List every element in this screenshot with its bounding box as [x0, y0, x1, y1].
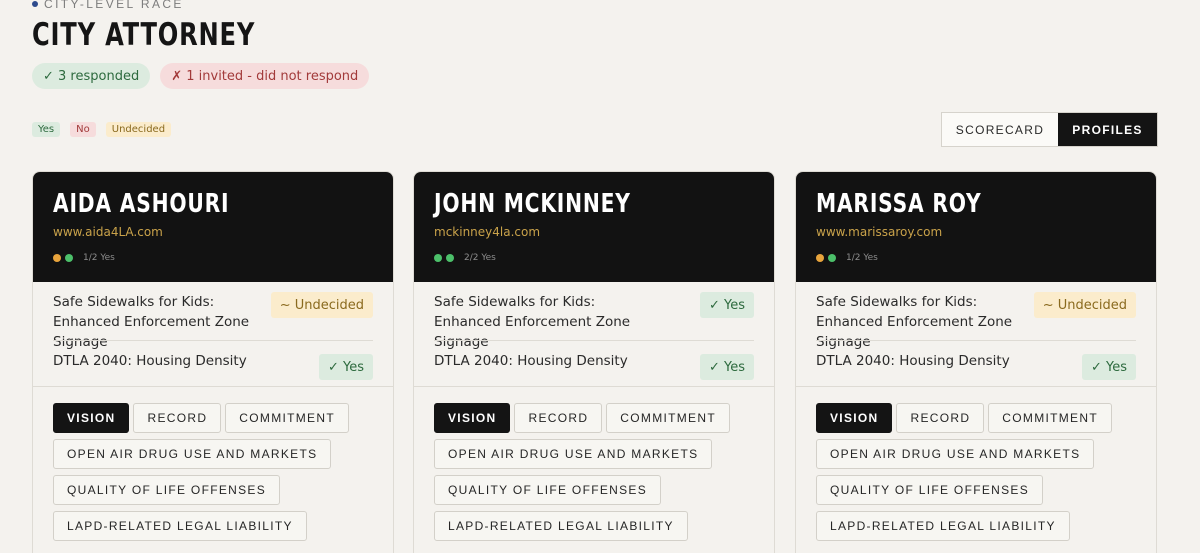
candidate-website-link[interactable]: www.aida4LA.com	[53, 225, 163, 239]
score-label: 2/2 Yes	[464, 253, 496, 263]
section-divider	[796, 386, 1156, 387]
candidate-header: JOHN MCKINNEY mckinney4la.com 2/2 Yes	[414, 172, 774, 282]
tab-row: QUALITY OF LIFE OFFENSES	[434, 475, 764, 505]
position-badge: ✓ Yes	[1081, 354, 1136, 380]
score-dot-undecided	[53, 254, 61, 262]
score-dot-yes	[446, 254, 454, 262]
profile-tab[interactable]: COMMITMENT	[988, 403, 1112, 433]
measure-title: DTLA 2040: Housing Density	[53, 353, 247, 369]
profile-tab[interactable]: LAPD-RELATED LEGAL LIABILITY	[53, 511, 307, 541]
profile-tab[interactable]: OPEN AIR DRUG USE AND MARKETS	[53, 439, 332, 469]
tab-row: VISION RECORD COMMITMENT	[434, 403, 764, 433]
section-divider	[414, 386, 774, 387]
profile-tab[interactable]: COMMITMENT	[225, 403, 349, 433]
profile-tabs: VISION RECORD COMMITMENT OPEN AIR DRUG USE …	[53, 403, 383, 547]
score-dot-yes	[434, 254, 442, 262]
candidate-header: AIDA ASHOURI www.aida4LA.com 1/2 Yes	[33, 172, 393, 282]
measure-title: Safe Sidewalks for Kids: Enhanced Enforc…	[53, 294, 250, 350]
row-divider	[434, 340, 754, 341]
position-row: DTLA 2040: Housing Density ✓ Yes	[816, 351, 1136, 380]
candidate-card: AIDA ASHOURI www.aida4LA.com 1/2 Yes Saf…	[32, 171, 394, 553]
measure-title: Safe Sidewalks for Kids: Enhanced Enforc…	[434, 294, 631, 350]
race-dot-icon	[32, 1, 38, 7]
profile-tab[interactable]: QUALITY OF LIFE OFFENSES	[816, 475, 1044, 505]
profile-tab[interactable]: RECORD	[133, 403, 222, 433]
candidate-score: 1/2 Yes	[53, 253, 115, 263]
position-badge: ✓ Yes	[699, 354, 754, 380]
profiles-view-button[interactable]: PROFILES	[1058, 113, 1157, 146]
profile-tab[interactable]: VISION	[816, 403, 893, 433]
candidate-name: JOHN MCKINNEY	[434, 189, 631, 219]
score-dot-yes	[65, 254, 73, 262]
row-divider	[53, 340, 373, 341]
score-label: 1/2 Yes	[846, 253, 878, 263]
position-badge: ✓ Yes	[318, 354, 373, 380]
profile-tab[interactable]: LAPD-RELATED LEGAL LIABILITY	[816, 511, 1070, 541]
answer-legend: Yes No Undecided	[32, 122, 172, 137]
position-row: Safe Sidewalks for Kids: Enhanced Enforc…	[434, 292, 754, 352]
position-row: Safe Sidewalks for Kids: Enhanced Enforc…	[53, 292, 373, 352]
candidate-score: 2/2 Yes	[434, 253, 496, 263]
score-label: 1/2 Yes	[83, 253, 115, 263]
position-row: DTLA 2040: Housing Density ✓ Yes	[434, 351, 754, 380]
profile-tab[interactable]: LAPD-RELATED LEGAL LIABILITY	[434, 511, 688, 541]
profile-tab[interactable]: COMMITMENT	[606, 403, 730, 433]
view-toggle: SCORECARD PROFILES	[941, 112, 1158, 147]
tab-row: LAPD-RELATED LEGAL LIABILITY	[816, 511, 1146, 541]
scorecard-view-button[interactable]: SCORECARD	[942, 113, 1058, 146]
tab-row: VISION RECORD COMMITMENT	[53, 403, 383, 433]
page-title: CITY ATTORNEY	[32, 17, 256, 53]
score-dot-undecided	[816, 254, 824, 262]
race-level-label: CITY-LEVEL RACE	[44, 0, 184, 11]
profile-tab[interactable]: OPEN AIR DRUG USE AND MARKETS	[816, 439, 1095, 469]
score-dot-yes	[828, 254, 836, 262]
measure-title: DTLA 2040: Housing Density	[816, 353, 1010, 369]
candidate-website-link[interactable]: mckinney4la.com	[434, 225, 540, 239]
candidate-name: AIDA ASHOURI	[53, 189, 230, 219]
tab-row: OPEN AIR DRUG USE AND MARKETS	[53, 439, 383, 469]
legend-no: No	[70, 122, 96, 137]
candidate-card: MARISSA ROY www.marissaroy.com 1/2 Yes S…	[795, 171, 1157, 553]
candidate-score: 1/2 Yes	[816, 253, 878, 263]
row-divider	[816, 340, 1136, 341]
tab-row: QUALITY OF LIFE OFFENSES	[816, 475, 1146, 505]
response-status: ✓ 3 responded ✗ 1 invited - did not resp…	[32, 63, 370, 89]
profile-tab[interactable]: VISION	[53, 403, 130, 433]
tab-row: QUALITY OF LIFE OFFENSES	[53, 475, 383, 505]
candidate-website-link[interactable]: www.marissaroy.com	[816, 225, 942, 239]
profile-tabs: VISION RECORD COMMITMENT OPEN AIR DRUG USE …	[434, 403, 764, 547]
responded-badge: ✓ 3 responded	[32, 63, 151, 89]
tab-row: VISION RECORD COMMITMENT	[816, 403, 1146, 433]
position-badge: ~ Undecided	[1033, 292, 1136, 318]
tab-row: LAPD-RELATED LEGAL LIABILITY	[434, 511, 764, 541]
profile-tab[interactable]: RECORD	[896, 403, 985, 433]
profile-tab[interactable]: QUALITY OF LIFE OFFENSES	[53, 475, 281, 505]
profile-tab[interactable]: QUALITY OF LIFE OFFENSES	[434, 475, 662, 505]
legend-undecided: Undecided	[105, 122, 172, 137]
race-level-eyebrow: CITY-LEVEL RACE	[32, 0, 184, 11]
candidate-name: MARISSA ROY	[816, 189, 982, 219]
position-row: Safe Sidewalks for Kids: Enhanced Enforc…	[816, 292, 1136, 352]
section-divider	[33, 386, 393, 387]
profile-tab[interactable]: RECORD	[514, 403, 603, 433]
profile-tab[interactable]: VISION	[434, 403, 511, 433]
tab-row: LAPD-RELATED LEGAL LIABILITY	[53, 511, 383, 541]
candidate-header: MARISSA ROY www.marissaroy.com 1/2 Yes	[796, 172, 1156, 282]
profile-tabs: VISION RECORD COMMITMENT OPEN AIR DRUG USE …	[816, 403, 1146, 547]
position-badge: ✓ Yes	[699, 292, 754, 318]
profile-tab[interactable]: OPEN AIR DRUG USE AND MARKETS	[434, 439, 713, 469]
position-badge: ~ Undecided	[270, 292, 373, 318]
legend-yes: Yes	[32, 122, 61, 137]
measure-title: Safe Sidewalks for Kids: Enhanced Enforc…	[816, 294, 1013, 350]
measure-title: DTLA 2040: Housing Density	[434, 353, 628, 369]
tab-row: OPEN AIR DRUG USE AND MARKETS	[816, 439, 1146, 469]
tab-row: OPEN AIR DRUG USE AND MARKETS	[434, 439, 764, 469]
position-row: DTLA 2040: Housing Density ✓ Yes	[53, 351, 373, 380]
candidate-card: JOHN MCKINNEY mckinney4la.com 2/2 Yes Sa…	[413, 171, 775, 553]
not-responded-badge: ✗ 1 invited - did not respond	[160, 63, 370, 89]
